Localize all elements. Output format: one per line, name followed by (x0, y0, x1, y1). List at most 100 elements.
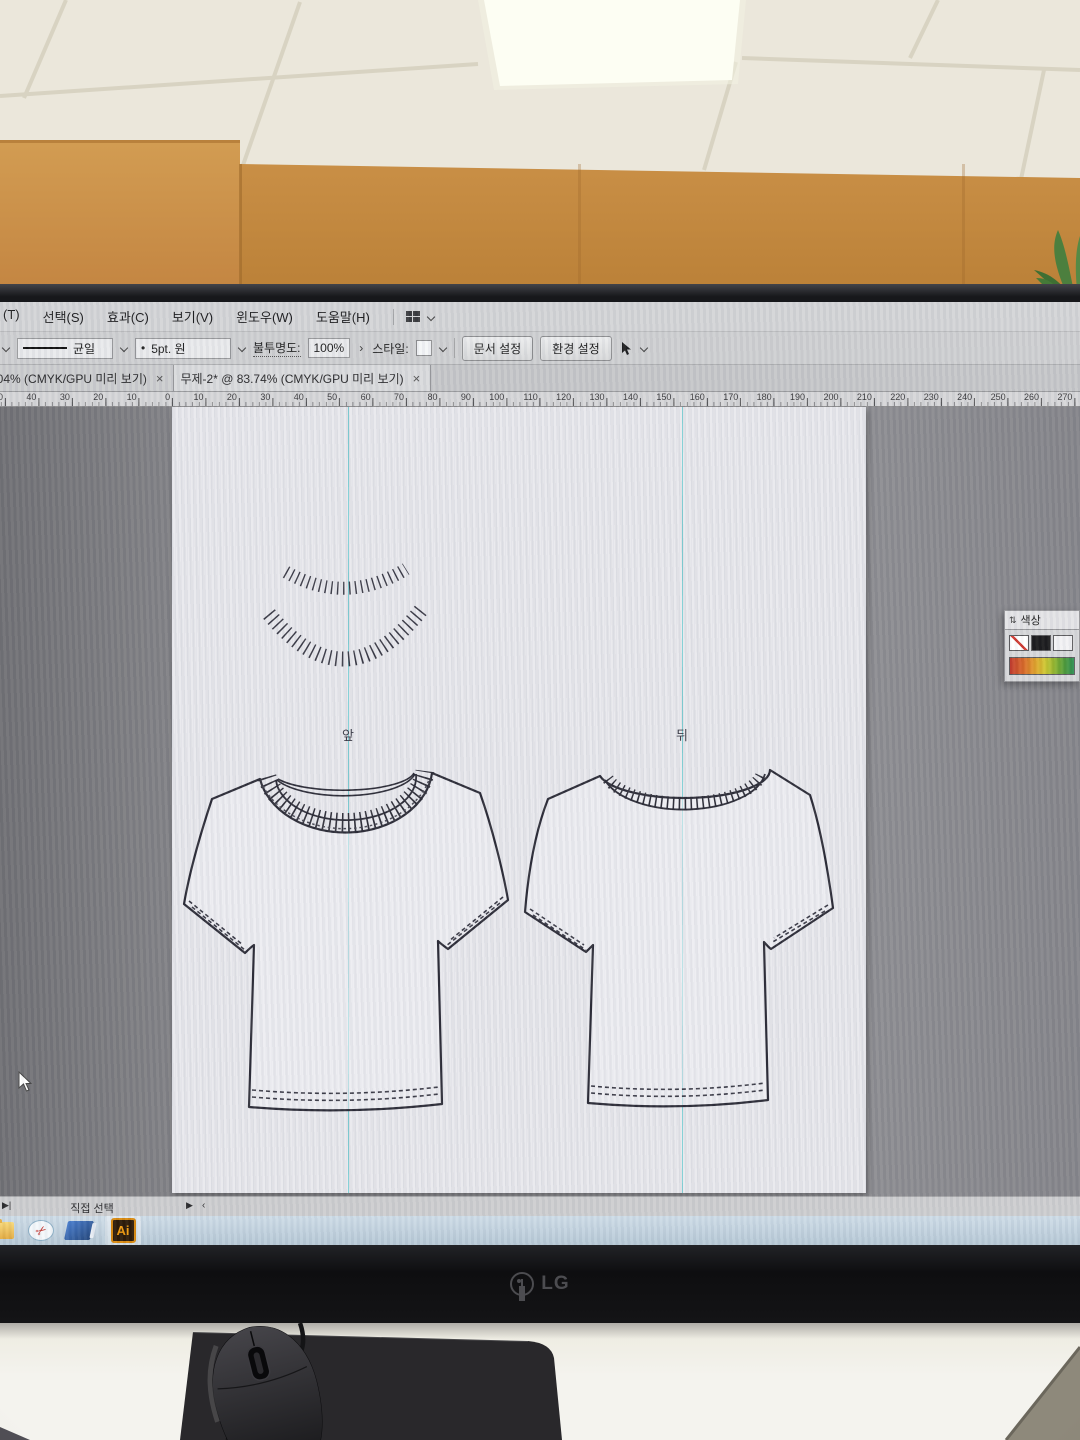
current-tool-name: 직접 선택 (70, 1200, 114, 1216)
partition-wall (0, 136, 1080, 306)
ruler-label: 0 (165, 392, 172, 402)
color-spectrum-bar[interactable] (1009, 657, 1075, 675)
horizontal-ruler[interactable]: 5040302010010203040506070809010011012013… (0, 392, 1080, 407)
ruler-label: 30 (60, 392, 72, 402)
color-panel-header[interactable]: ⇅ 색상 (1004, 610, 1080, 630)
separator (454, 338, 455, 358)
color-panel-body (1004, 630, 1080, 682)
stroke-style-dropdown[interactable]: 균일 (17, 338, 113, 359)
menu-item-2[interactable]: 효과(C) (107, 307, 149, 326)
ruler-major-ticks (0, 398, 1080, 406)
photo-of-monitor: (T) 선택(S) 효과(C) 보기(V) 윈도우(W) 도움말(H) 균일 • 5pt.… (0, 0, 1080, 1440)
monitor-bezel-top (0, 284, 1080, 302)
opacity-more-button[interactable]: › (357, 341, 365, 355)
ruler-label: 170 (723, 392, 740, 402)
ruler-label: 40 (26, 392, 38, 402)
tshirt-back (525, 770, 833, 1106)
ceiling-light-panel (484, 0, 740, 86)
tshirt-flat-sketch (172, 407, 866, 1193)
ruler-label: 20 (227, 392, 239, 402)
document-tab-2[interactable]: 무제-2* @ 83.74% (CMYK/GPU 미리 보기) × (174, 365, 431, 391)
canvas[interactable]: 앞 뒤 ⇅ 색상 (0, 407, 1080, 1196)
brush-dot-icon: • (141, 341, 145, 355)
chevron-down-icon[interactable] (120, 344, 128, 352)
opacity-input[interactable]: 100% (308, 338, 351, 358)
illustrator-taskbar-highlight: Ai (105, 1216, 141, 1245)
ruler-label: 250 (991, 392, 1008, 402)
tshirt-front (184, 771, 508, 1110)
desk (0, 1323, 1080, 1440)
panel-collapse-icon[interactable]: ⇅ (1009, 615, 1017, 626)
back-view-label: 뒤 (676, 725, 688, 744)
illustrator-window: (T) 선택(S) 효과(C) 보기(V) 윈도우(W) 도움말(H) 균일 • 5pt.… (0, 302, 1080, 1245)
white-color-swatch[interactable] (1053, 635, 1073, 651)
brush-dropdown[interactable]: • 5pt. 원 (135, 338, 231, 359)
partition-panel-left (0, 140, 240, 306)
menu-item-0[interactable]: (T) (3, 307, 20, 326)
menu-bar: (T) 선택(S) 효과(C) 보기(V) 윈도우(W) 도움말(H) (0, 302, 1080, 332)
status-next-icon[interactable]: ▶ (186, 1200, 193, 1211)
chevron-down-icon[interactable] (2, 344, 10, 352)
tab-label: 무제-2* @ 83.74% (CMYK/GPU 미리 보기) (180, 370, 403, 387)
document-setup-button[interactable]: 문서 설정 (462, 336, 534, 361)
opacity-value: 100% (314, 341, 345, 355)
style-label: 스타일: (372, 340, 408, 357)
ruler-label: 260 (1024, 392, 1041, 402)
illustrator-glyph: Ai (117, 1223, 130, 1238)
ruler-label: 30 (260, 392, 272, 402)
color-panel-title: 색상 (1021, 612, 1041, 628)
chevron-down-icon[interactable] (427, 313, 435, 321)
ruler-label: 50 (327, 392, 339, 402)
document-tab-1[interactable]: 01.04% (CMYK/GPU 미리 보기) × (0, 365, 174, 391)
status-bar: ▶| 직접 선택 ▶ ‹ (0, 1196, 1080, 1216)
menu-item-5[interactable]: 도움말(H) (316, 307, 370, 326)
ruler-label: 240 (957, 392, 974, 402)
lg-logo-text: LG (541, 1273, 569, 1295)
ruler-label: 140 (623, 392, 640, 402)
notebook-icon[interactable] (64, 1221, 94, 1240)
menu-item-4[interactable]: 윈도우(W) (236, 307, 293, 326)
preferences-button[interactable]: 환경 설정 (540, 336, 612, 361)
black-color-swatch[interactable] (1031, 635, 1051, 651)
desk-items (0, 1323, 1080, 1440)
ruler-label: 210 (857, 392, 874, 402)
ruler-label: 10 (127, 392, 139, 402)
ruler-label: 20 (93, 392, 105, 402)
tab-close-icon[interactable]: × (413, 372, 421, 385)
status-edge-icon[interactable]: ▶| (2, 1200, 11, 1211)
ruler-label: 130 (590, 392, 607, 402)
front-view-label: 앞 (342, 725, 354, 744)
windows-taskbar: Ai (0, 1216, 1080, 1245)
collar-detail-arc-bottom (269, 610, 421, 659)
illustrator-icon[interactable]: Ai (111, 1218, 136, 1243)
menu-item-3[interactable]: 보기(V) (172, 307, 213, 326)
workspace-switcher-icon[interactable] (406, 311, 421, 323)
chevron-down-icon[interactable] (238, 344, 246, 352)
snipping-tool-icon[interactable] (28, 1220, 54, 1241)
none-color-swatch[interactable] (1009, 635, 1029, 651)
ruler-label: 160 (690, 392, 707, 402)
ruler-label: 190 (790, 392, 807, 402)
opacity-label[interactable]: 불투명도: (253, 339, 301, 357)
document-tab-bar: 01.04% (CMYK/GPU 미리 보기) × 무제-2* @ 83.74%… (0, 365, 1080, 392)
ruler-label: 100 (489, 392, 506, 402)
tool-cursor-icon[interactable] (619, 341, 633, 356)
ruler-label: 60 (361, 392, 373, 402)
ruler-label: 90 (461, 392, 473, 402)
control-bar: 균일 • 5pt. 원 불투명도: 100% › 스타일: 문서 설정 환경 설… (0, 332, 1080, 365)
menu-items: (T) 선택(S) 효과(C) 보기(V) 윈도우(W) 도움말(H) (3, 307, 393, 326)
ruler-label: 50 (0, 392, 5, 402)
collar-detail-arc-top (286, 569, 406, 588)
color-panel: ⇅ 색상 (1004, 610, 1080, 682)
chevron-down-icon[interactable] (640, 344, 648, 352)
ruler-label: 230 (924, 392, 941, 402)
brush-label: 5pt. 원 (151, 340, 185, 357)
style-swatch[interactable] (416, 340, 432, 356)
tab-close-icon[interactable]: × (156, 372, 164, 385)
status-prev-icon[interactable]: ‹ (202, 1200, 205, 1211)
menu-item-1[interactable]: 선택(S) (43, 307, 84, 326)
folder-icon[interactable] (0, 1222, 14, 1239)
tab-label: 01.04% (CMYK/GPU 미리 보기) (0, 370, 147, 387)
ruler-label: 270 (1057, 392, 1074, 402)
chevron-down-icon[interactable] (439, 344, 447, 352)
